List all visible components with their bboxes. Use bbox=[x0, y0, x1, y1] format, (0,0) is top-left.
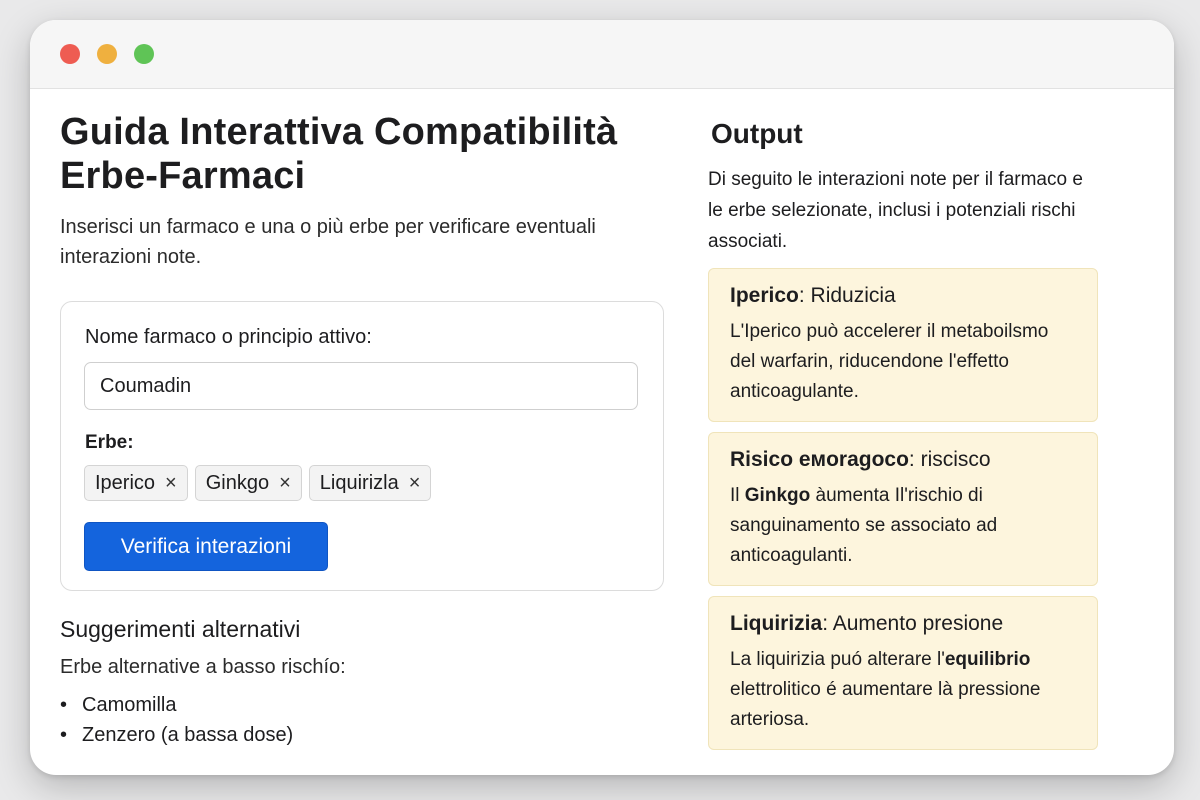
interaction-heading: Iperico: Riduzicia bbox=[730, 283, 1077, 309]
herb-chip[interactable]: Ginkgo × bbox=[194, 465, 302, 501]
remove-herb-icon[interactable]: × bbox=[409, 473, 421, 493]
interaction-name: Liquirizia bbox=[730, 612, 823, 635]
interaction-heading: Liquirizia: Aumento presione bbox=[730, 611, 1077, 637]
close-window-button[interactable] bbox=[60, 44, 80, 64]
list-item: Camomilla bbox=[60, 690, 293, 720]
interaction-results: Iperico: Riduzicia L'Iperico può acceler… bbox=[708, 268, 1098, 760]
interaction-card: Iperico: Riduzicia L'Iperico può acceler… bbox=[708, 268, 1098, 422]
page-subtitle: Inserisci un farmaco e una o più erbe pe… bbox=[60, 216, 596, 268]
herb-chips: Iperico × Ginkgo × Liquirizla × bbox=[84, 465, 432, 501]
list-item: Zenzero (a bassa dose) bbox=[60, 720, 293, 750]
interaction-separator: : bbox=[822, 612, 833, 635]
interaction-text-end: elettrolitico é aumentare là pressione a… bbox=[730, 679, 1041, 730]
output-section: Output Di seguito le interazioni note pe… bbox=[708, 118, 1098, 257]
herb-chip[interactable]: Iperico × bbox=[84, 465, 188, 501]
output-description: Di seguito le interazioni note per il fa… bbox=[708, 169, 1083, 252]
interaction-card: Liquirizia: Aumento presione La liquiriz… bbox=[708, 596, 1098, 750]
drug-label: Nome farmaco o principio attivo: bbox=[85, 326, 372, 348]
interaction-effect: riscisco bbox=[920, 448, 991, 471]
remove-herb-icon[interactable]: × bbox=[165, 473, 177, 493]
interaction-text-emphasis: Ginkgo bbox=[744, 485, 811, 506]
verify-interactions-button[interactable]: Verifica interazioni bbox=[84, 522, 328, 571]
interaction-text-emphasis: equilibrio bbox=[944, 649, 1031, 670]
alternatives-subtitle: Erbe alternative a basso rischío: bbox=[60, 656, 346, 678]
interaction-card: Risico eмoragoco: riscisco Il Ginkgo àum… bbox=[708, 432, 1098, 586]
interaction-text-start: La liquirizia puó alterare l' bbox=[730, 649, 945, 670]
alternatives-title: Suggerimenti alternativi bbox=[60, 616, 301, 642]
herb-chip[interactable]: Liquirizla × bbox=[308, 465, 432, 501]
interaction-text-start: Il bbox=[730, 485, 745, 506]
interaction-name: Risico eмoragoco bbox=[730, 448, 909, 471]
interaction-heading: Risico eмoragoco: riscisco bbox=[730, 447, 1077, 473]
herb-chip-label: Liquirizla bbox=[319, 471, 399, 494]
herb-chip-label: Ginkgo bbox=[205, 471, 270, 494]
alternatives-list: Camomilla Zenzero (a bassa dose) bbox=[60, 690, 293, 750]
interaction-effect: Aumento presione bbox=[832, 612, 1004, 635]
interaction-description: L'Iperico può accelerer il metaboilsmo d… bbox=[730, 321, 1049, 402]
page-title: Guida Interattiva Compatibilità Erbe-Far… bbox=[60, 111, 618, 197]
interaction-separator: : bbox=[798, 284, 811, 307]
intro-section: Guida Interattiva Compatibilità Erbe-Far… bbox=[60, 110, 670, 272]
interaction-separator: : bbox=[908, 448, 921, 471]
remove-herb-icon[interactable]: × bbox=[279, 473, 291, 493]
interaction-effect: Riduzicia bbox=[810, 284, 896, 307]
interaction-description: Il Ginkgo àumenta Il'rischio di sanguina… bbox=[730, 481, 1077, 571]
title-bar bbox=[30, 20, 1174, 89]
interaction-form: Nome farmaco o principio attivo: Erbe: I… bbox=[60, 301, 664, 591]
herb-chip-label: Iperico bbox=[95, 471, 156, 494]
output-title: Output bbox=[711, 118, 803, 149]
minimize-window-button[interactable] bbox=[97, 44, 117, 64]
maximize-window-button[interactable] bbox=[134, 44, 154, 64]
interaction-description: La liquirizia puó alterare l'equilibrio … bbox=[730, 645, 1077, 735]
herbs-label: Erbe: bbox=[85, 432, 134, 453]
interaction-name: Iperico bbox=[730, 284, 799, 307]
drug-input[interactable] bbox=[84, 362, 638, 410]
